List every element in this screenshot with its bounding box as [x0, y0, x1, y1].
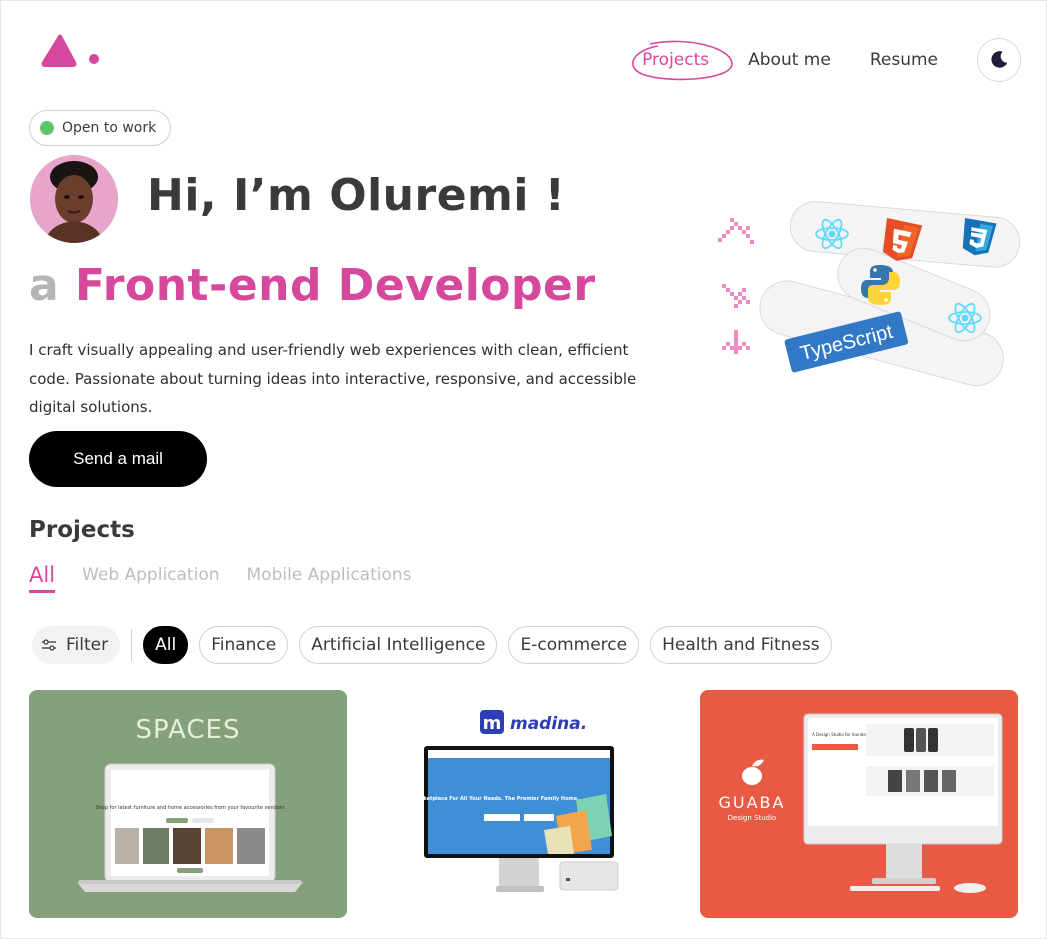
filter-label: Filter [66, 635, 109, 655]
tab-all[interactable]: All [29, 563, 56, 593]
send-mail-button[interactable]: Send a mail [29, 431, 207, 487]
projects-heading: Projects [29, 517, 135, 543]
status-badge-label: Open to work [62, 120, 157, 136]
role-prefix: a [29, 260, 60, 311]
spaces-brand: SPACES [136, 715, 241, 745]
spaces-thumb-text: Shop for latest furniture and home acces… [95, 805, 284, 811]
main-nav: Projects About me Resume [632, 38, 1021, 82]
avatar-portrait-icon [30, 155, 118, 243]
hero-intro: I craft visually appealing and user-frie… [29, 341, 637, 416]
nav-projects[interactable]: Projects [632, 40, 733, 81]
project-card-madina[interactable]: m madina. One Stop Marketplace For All Y… [364, 690, 682, 918]
hero-greeting: Hi, I’m Oluremi ! [147, 170, 566, 221]
project-card-guaba[interactable]: GUABA Design Studio A Design Studio for … [700, 690, 1018, 918]
role-title: Front-end Developer [75, 260, 596, 311]
chip-finance[interactable]: Finance [199, 626, 289, 664]
nav-about[interactable]: About me [748, 50, 831, 70]
nav-about-label: About me [748, 50, 831, 70]
madina-logo-letter: m [483, 713, 502, 734]
chip-e-commerce[interactable]: E-commerce [508, 626, 640, 664]
guaba-fruit-icon [742, 759, 764, 785]
logo-icon[interactable] [38, 32, 102, 72]
avatar [30, 155, 118, 243]
guaba-thumbnail: GUABA Design Studio A Design Studio for … [719, 713, 1003, 893]
status-badge: Open to work [29, 110, 172, 146]
filter-button[interactable]: Filter [32, 626, 121, 664]
filter-divider [131, 629, 133, 661]
chip-health-and-fitness[interactable]: Health and Fitness [650, 626, 832, 664]
hero-role: a Front-end Developer [29, 260, 596, 311]
status-dot-icon [40, 121, 54, 135]
sliders-icon [42, 639, 56, 651]
madina-thumbnail: m madina. One Stop Marketplace For All Y… [385, 710, 619, 892]
nav-resume-label: Resume [869, 50, 938, 70]
guaba-thumb-text: A Design Studio for founders [812, 732, 870, 737]
tab-web-application[interactable]: Web Application [82, 565, 219, 593]
theme-toggle-button[interactable] [977, 38, 1021, 82]
tab-mobile-applications[interactable]: Mobile Applications [247, 565, 412, 593]
chip-artificial-intelligence[interactable]: Artificial Intelligence [299, 626, 498, 664]
spaces-thumbnail: SPACES Shop for latest furniture and hom… [77, 715, 303, 892]
moon-icon [991, 51, 1008, 68]
scribble-circle-icon [632, 40, 733, 81]
pixel-arrows-icon [718, 218, 754, 354]
madina-thumb-text: One Stop Marketplace For All Your Needs.… [385, 796, 579, 802]
guaba-sub: Design Studio [728, 814, 777, 822]
filter-bar: Filter All Finance Artificial Intelligen… [32, 626, 843, 664]
project-card-spaces[interactable]: SPACES Shop for latest furniture and hom… [29, 690, 347, 918]
tech-stack-illustration: TypeScript [718, 201, 1021, 387]
nav-resume[interactable]: Resume [870, 50, 938, 70]
chip-all[interactable]: All [143, 626, 189, 664]
project-tabs: All Web Application Mobile Applications [29, 563, 439, 593]
madina-brand: madina. [510, 714, 587, 734]
guaba-brand: GUABA [719, 793, 786, 812]
